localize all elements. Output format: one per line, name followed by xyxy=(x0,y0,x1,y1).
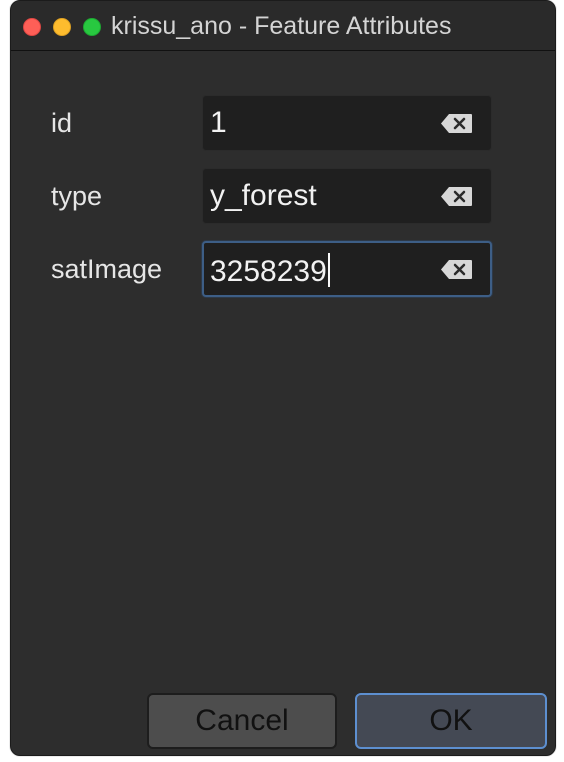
satimage-value-text: 3258239 xyxy=(210,255,327,288)
zoom-window-icon[interactable] xyxy=(83,18,101,36)
satimage-input-value: 3258239 xyxy=(210,253,330,288)
ok-button-label: OK xyxy=(429,704,473,737)
window-title: krissu_ano - Feature Attributes xyxy=(111,12,452,40)
cancel-button[interactable]: Cancel xyxy=(147,693,337,749)
backspace-clear-icon[interactable] xyxy=(440,259,473,280)
backspace-clear-icon[interactable] xyxy=(440,113,473,134)
id-input-value: 1 xyxy=(210,106,227,139)
field-label-satimage: satImage xyxy=(51,254,163,284)
field-row-type: type y_forest xyxy=(11,168,555,224)
id-input[interactable]: 1 xyxy=(202,95,492,151)
text-caret xyxy=(327,253,330,287)
feature-attributes-window: krissu_ano - Feature Attributes id 1 typ… xyxy=(10,0,556,756)
field-label-type: type xyxy=(51,181,103,211)
field-row-id: id 1 xyxy=(11,95,555,151)
satimage-input[interactable]: 3258239 xyxy=(202,241,492,297)
type-input[interactable]: y_forest xyxy=(202,168,492,224)
window-titlebar: krissu_ano - Feature Attributes xyxy=(11,1,555,51)
type-input-value: y_forest xyxy=(210,179,317,212)
field-label-id: id xyxy=(51,108,73,138)
ok-button[interactable]: OK xyxy=(355,693,547,749)
backspace-clear-icon[interactable] xyxy=(440,186,473,207)
field-row-satimage: satImage 3258239 xyxy=(11,241,555,297)
cancel-button-label: Cancel xyxy=(195,704,289,737)
minimize-window-icon[interactable] xyxy=(53,18,71,36)
close-window-icon[interactable] xyxy=(23,18,41,36)
